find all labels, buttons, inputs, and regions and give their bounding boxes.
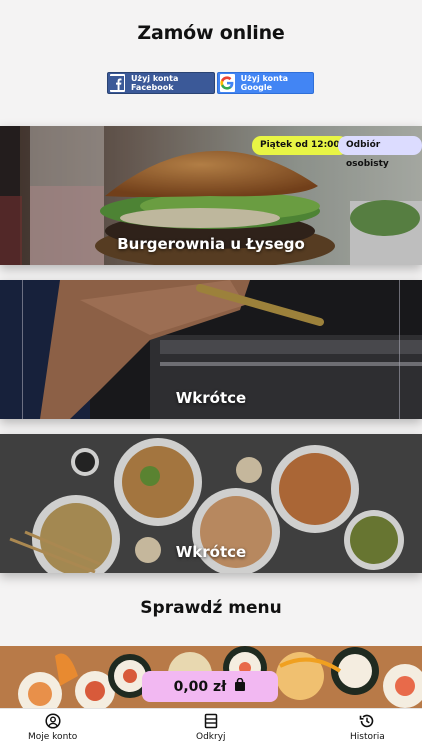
restaurant-card-coming-soon-1[interactable]: Wkrótce — [0, 280, 422, 419]
restaurant-card-burgerownia[interactable]: Piątek od 12:00 Odbiór osobisty Burgerow… — [0, 126, 422, 265]
opening-hours-badge: Piątek od 12:00 — [252, 136, 348, 155]
shopping-bag-icon — [234, 677, 246, 695]
restaurant-name: Wkrótce — [175, 543, 247, 561]
page-title: Zamów online — [137, 22, 285, 44]
restaurant-name: Wkrótce — [175, 389, 247, 407]
tab-account[interactable]: Moje konto — [28, 713, 77, 742]
google-login-label: Użyj konta Google — [240, 74, 289, 92]
google-icon — [220, 74, 235, 92]
tab-discover-label: Odkryj — [196, 732, 226, 742]
restaurant-card-coming-soon-2[interactable]: Wkrótce — [0, 434, 422, 573]
tab-account-label: Moje konto — [28, 732, 78, 742]
tab-history-label: Historia — [350, 732, 385, 742]
account-icon — [45, 713, 61, 729]
history-icon — [360, 714, 374, 728]
facebook-login-label: Użyj konta Facebook — [130, 74, 179, 92]
menu-book-icon — [204, 713, 218, 729]
cart-button[interactable]: 0,00 zł — [142, 671, 278, 702]
google-login-button[interactable]: Użyj konta Google — [217, 72, 314, 94]
cart-total: 0,00 zł — [173, 678, 227, 695]
pickup-badge: Odbiór osobisty — [338, 136, 422, 169]
facebook-icon — [110, 74, 125, 92]
facebook-login-button[interactable]: Użyj konta Facebook — [107, 72, 215, 94]
tab-discover[interactable]: Odkryj — [196, 713, 226, 742]
tab-history[interactable]: Historia — [350, 713, 385, 742]
restaurant-name: Burgerownia u Łysego — [117, 235, 305, 253]
bottom-tab-bar: Moje konto Odkryj Historia — [0, 708, 422, 751]
menu-section-title: Sprawdź menu — [140, 598, 282, 618]
